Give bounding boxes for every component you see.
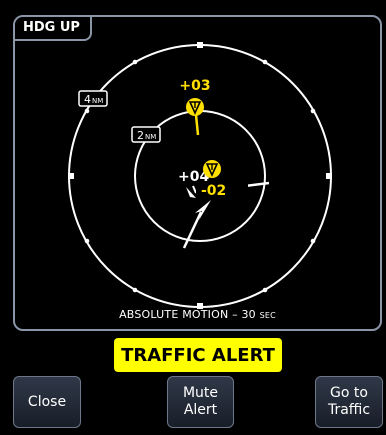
- traffic-page: 4 NM 2 NM +03 +04 -02 HDG UP ABSOLUTE MO…: [3, 3, 383, 432]
- range-label-4nm: 4 NM: [78, 90, 108, 107]
- traffic-alert-banner: TRAFFIC ALERT: [114, 338, 282, 372]
- close-button[interactable]: Close: [13, 376, 81, 428]
- traffic-display: 4 NM 2 NM +03 +04 -02 HDG UP ABSOLUTE MO…: [13, 15, 382, 331]
- motion-mode-text: ABSOLUTE MOTION – 30: [119, 308, 256, 321]
- traffic-target-2-icon: [203, 160, 221, 178]
- range-2-unit: NM: [145, 133, 156, 141]
- range-label-2nm: 2 NM: [131, 126, 161, 143]
- target-1-altitude: +03: [179, 78, 210, 94]
- go-to-traffic-button[interactable]: Go to Traffic: [315, 376, 383, 428]
- orientation-badge: HDG UP: [15, 17, 92, 41]
- mute-alert-button[interactable]: Mute Alert: [167, 376, 234, 428]
- target-2-altitude: -02: [201, 183, 226, 199]
- traffic-map: 4 NM 2 NM +03 +04 -02: [68, 42, 332, 309]
- motion-unit: SEC: [259, 311, 276, 320]
- motion-mode-label: ABSOLUTE MOTION – 30 SEC: [15, 308, 380, 321]
- traffic-target-1-icon: [186, 98, 204, 116]
- range-2-value: 2: [137, 129, 144, 142]
- range-4-unit: NM: [92, 97, 103, 105]
- range-4-value: 4: [84, 93, 91, 106]
